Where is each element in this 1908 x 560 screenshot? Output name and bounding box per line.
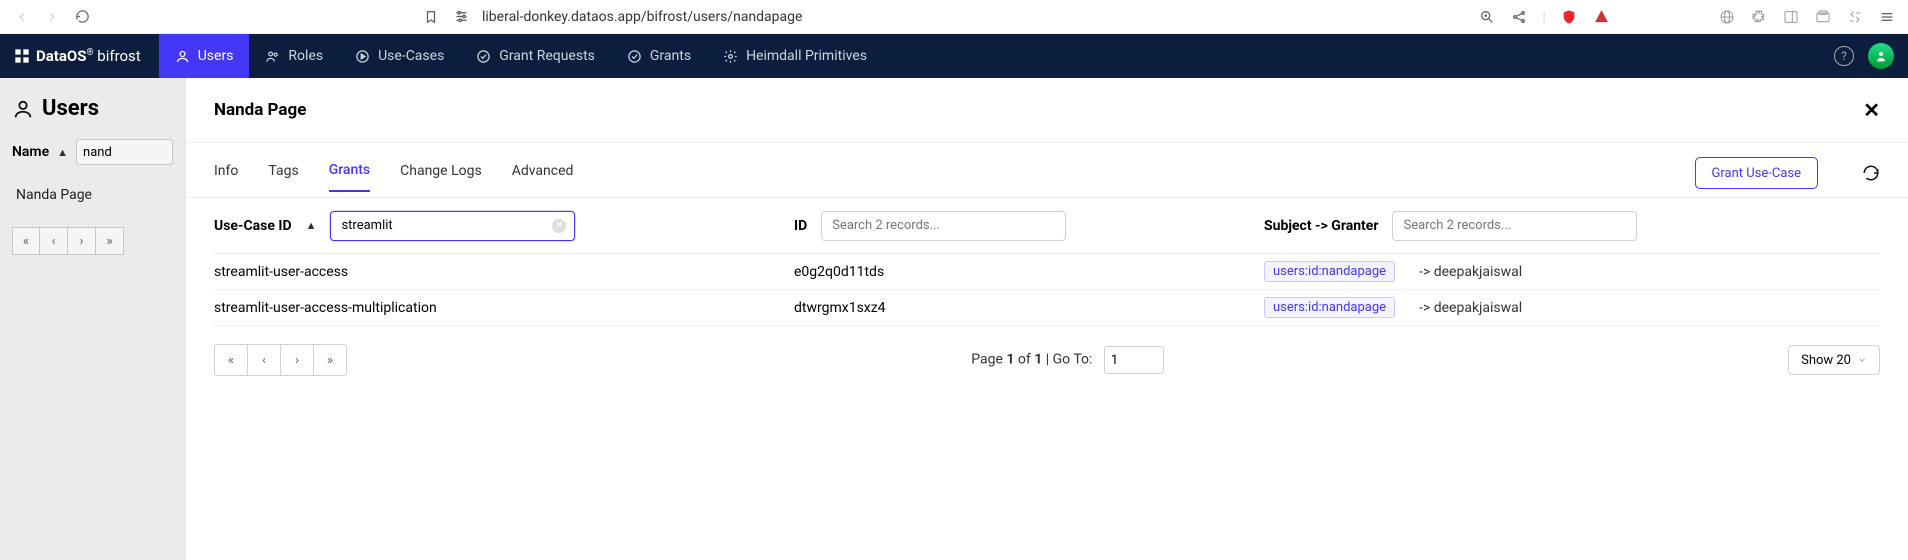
tab-info[interactable]: Info — [214, 163, 238, 191]
nav-grants-label: Grants — [650, 48, 691, 64]
site-settings-icon[interactable] — [452, 8, 470, 26]
grant-usecase-button[interactable]: Grant Use-Case — [1695, 157, 1819, 189]
browser-url[interactable]: liberal-donkey.dataos.app/bifrost/users/… — [482, 9, 802, 25]
brave-shield-icon[interactable] — [1560, 8, 1578, 26]
users-pager: « ‹ › » — [12, 227, 173, 255]
granter-text: -> deepakjaiswal — [1419, 264, 1522, 280]
subject-tag-link[interactable]: users:id:nandapage — [1264, 261, 1395, 282]
table-pager: « ‹ › » — [214, 344, 347, 376]
users-title-text: Users — [42, 96, 99, 121]
nav-users-label: Users — [198, 48, 234, 64]
more-icon[interactable] — [1846, 8, 1864, 26]
table-row[interactable]: streamlit-user-access e0g2q0d11tds users… — [214, 254, 1880, 290]
users-list-panel: Users Name ▲ Nanda Page « ‹ › » — [0, 78, 186, 560]
globe-icon[interactable] — [1718, 8, 1736, 26]
pager-next-button[interactable]: › — [68, 227, 96, 255]
nav-roles-label: Roles — [288, 48, 323, 64]
pager-last-button[interactable]: » — [96, 227, 124, 255]
nav-grants[interactable]: Grants — [611, 34, 707, 78]
browser-bar: liberal-donkey.dataos.app/bifrost/users/… — [0, 0, 1908, 34]
filter-usecase-wrapper: ✕ — [330, 211, 575, 241]
app-nav: DataOS® bifrost Users Roles Use-Cases Gr… — [0, 34, 1908, 78]
refresh-icon[interactable] — [1862, 164, 1880, 182]
cell-id: dtwrgmx1sxz4 — [794, 300, 886, 316]
goto-page-input[interactable] — [1104, 346, 1164, 374]
zoom-icon[interactable] — [1478, 8, 1496, 26]
brave-rewards-icon[interactable] — [1592, 8, 1610, 26]
cell-id: e0g2q0d11tds — [794, 264, 884, 280]
pager-prev-button[interactable]: ‹ — [247, 344, 281, 376]
tab-advanced[interactable]: Advanced — [512, 163, 574, 191]
filter-id-input[interactable] — [832, 212, 1055, 240]
page-size-label: Show 20 — [1801, 353, 1851, 368]
share-icon[interactable] — [1510, 8, 1528, 26]
table-row[interactable]: streamlit-user-access-multiplication dtw… — [214, 290, 1880, 326]
brand-suffix: bifrost — [97, 47, 140, 65]
grants-table-header: Use-Case ID ▲ ✕ ID Subject -> Granter — [214, 198, 1880, 254]
filter-usecase-input[interactable] — [341, 212, 564, 240]
hamburger-icon[interactable] — [1878, 8, 1896, 26]
filter-id-wrapper — [821, 211, 1066, 241]
bookmark-icon[interactable] — [422, 8, 440, 26]
panel-title: Nanda Page — [214, 100, 306, 120]
wallet-icon[interactable] — [1814, 8, 1832, 26]
clear-filter-icon[interactable]: ✕ — [552, 219, 566, 233]
sidepanel-icon[interactable] — [1782, 8, 1800, 26]
header-usecase-id[interactable]: Use-Case ID — [214, 218, 292, 234]
browser-reload-button[interactable] — [72, 7, 92, 27]
sort-ascending-icon[interactable]: ▲ — [57, 146, 68, 159]
nav-roles[interactable]: Roles — [249, 34, 339, 78]
sort-ascending-icon[interactable]: ▲ — [306, 219, 317, 232]
tab-grants[interactable]: Grants — [329, 162, 370, 192]
tab-tags[interactable]: Tags — [268, 163, 298, 191]
browser-back-button[interactable] — [12, 7, 32, 27]
pager-first-button[interactable]: « — [214, 344, 248, 376]
pager-first-button[interactable]: « — [12, 227, 40, 255]
pager-last-button[interactable]: » — [313, 344, 347, 376]
granter-text: -> deepakjaiswal — [1419, 300, 1522, 316]
pager-prev-button[interactable]: ‹ — [40, 227, 68, 255]
help-icon[interactable]: ? — [1834, 46, 1854, 66]
cell-usecase: streamlit-user-access — [214, 264, 348, 280]
extensions-icon[interactable] — [1750, 8, 1768, 26]
cell-usecase: streamlit-user-access-multiplication — [214, 300, 437, 316]
user-detail-panel: Nanda Page ✕ Info Tags Grants Change Log… — [186, 78, 1908, 560]
nav-users[interactable]: Users — [159, 34, 250, 78]
app-logo[interactable]: DataOS® bifrost — [14, 47, 141, 65]
name-column-label[interactable]: Name — [12, 144, 49, 160]
users-title: Users — [12, 96, 173, 121]
filter-subject-input[interactable] — [1403, 212, 1626, 240]
tab-changelogs[interactable]: Change Logs — [400, 163, 482, 191]
nav-heimdall-label: Heimdall Primitives — [746, 48, 867, 64]
nav-usecases-label: Use-Cases — [378, 48, 444, 64]
nav-heimdall[interactable]: Heimdall Primitives — [707, 34, 883, 78]
header-id[interactable]: ID — [794, 218, 807, 234]
chevron-down-icon — [1857, 355, 1867, 365]
user-list-item[interactable]: Nanda Page — [12, 177, 173, 213]
header-subject-granter[interactable]: Subject -> Granter — [1264, 218, 1378, 234]
filter-subject-wrapper — [1392, 211, 1637, 241]
brand-name: DataOS — [36, 47, 86, 65]
nav-grant-requests-label: Grant Requests — [499, 48, 595, 64]
pagination-status: Page 1 of 1 | Go To: — [347, 346, 1788, 374]
nav-usecases[interactable]: Use-Cases — [339, 34, 460, 78]
name-filter-input[interactable] — [76, 139, 173, 165]
pager-next-button[interactable]: › — [280, 344, 314, 376]
page-size-select[interactable]: Show 20 — [1788, 345, 1880, 375]
nav-grant-requests[interactable]: Grant Requests — [460, 34, 611, 78]
subject-tag-link[interactable]: users:id:nandapage — [1264, 297, 1395, 318]
user-avatar[interactable] — [1868, 43, 1894, 69]
browser-forward-button[interactable] — [42, 7, 62, 27]
close-panel-button[interactable]: ✕ — [1863, 98, 1880, 122]
